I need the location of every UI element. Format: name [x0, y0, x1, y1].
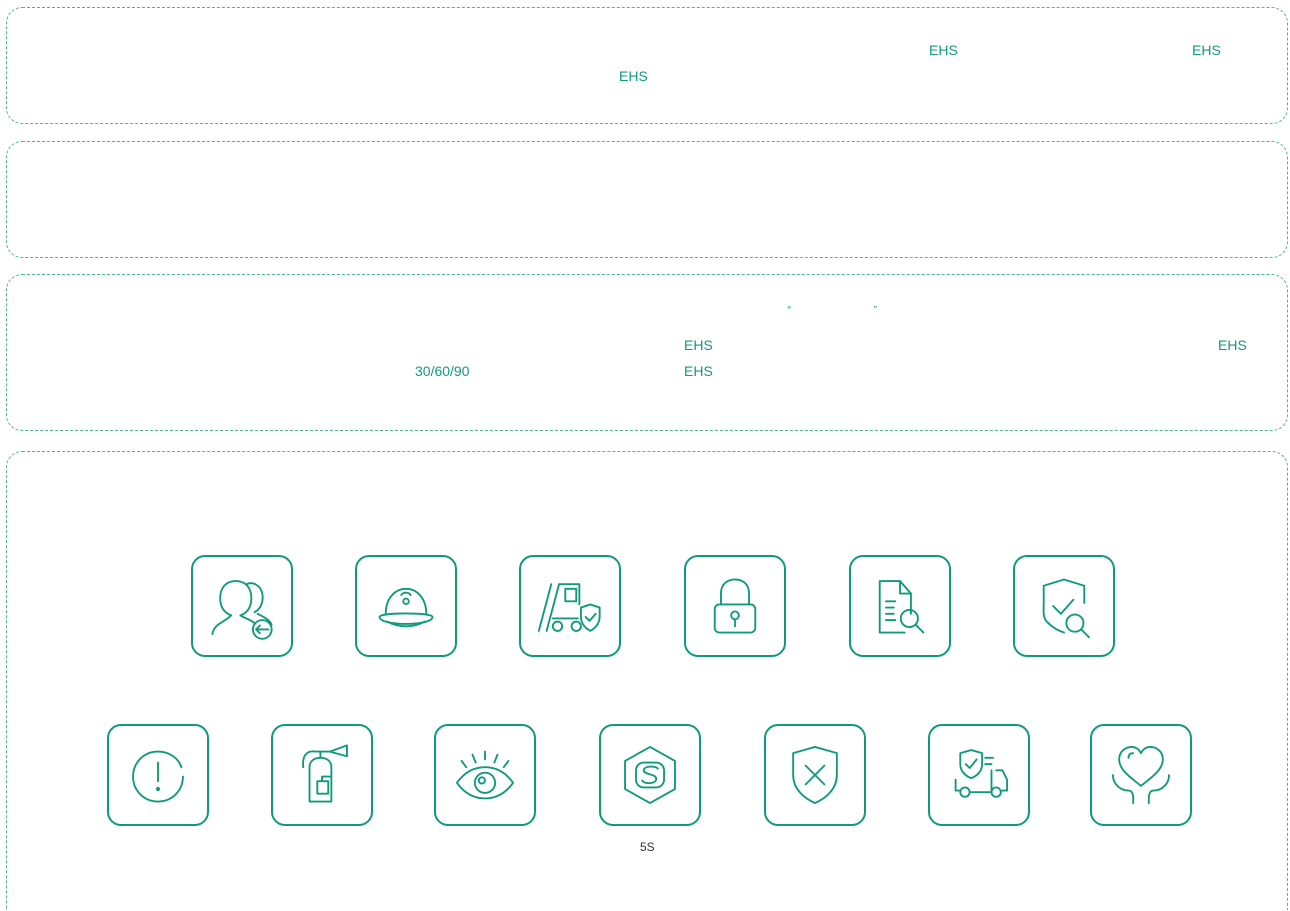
eye-icon [455, 750, 515, 800]
people-return-icon [211, 580, 273, 640]
ehs-label: EHS [619, 68, 648, 84]
services-panel: “ ” EHS EHS 30/60/90 EHS [6, 274, 1288, 431]
document-search-tile[interactable] [849, 555, 951, 657]
ehs-label: EHS [684, 337, 713, 353]
fire-extinguisher-tile[interactable] [271, 724, 373, 826]
shield-x-tile[interactable] [764, 724, 866, 826]
timeframe-label: 30/60/90 [415, 363, 470, 379]
open-quote: “ [787, 305, 791, 316]
truck-shield-tile[interactable] [928, 724, 1030, 826]
shield-check-search-icon [1042, 578, 1090, 639]
hard-hat-icon [378, 587, 434, 628]
close-quote: ” [873, 305, 877, 316]
ehs-label: EHS [1192, 42, 1221, 58]
truck-shield-icon [954, 749, 1009, 798]
fire-extinguisher-icon [302, 744, 348, 803]
alert-circle-icon [132, 750, 184, 803]
padlock-tile[interactable] [684, 555, 786, 657]
ehs-label: EHS [1218, 337, 1247, 353]
hard-hat-tile[interactable] [355, 555, 457, 657]
padlock-icon [713, 578, 757, 634]
icons-panel: 5S [6, 451, 1288, 910]
eye-tile[interactable] [434, 724, 536, 826]
empty-panel [6, 141, 1288, 258]
ehs-label: EHS [929, 42, 958, 58]
shield-check-search-tile[interactable] [1013, 555, 1115, 657]
shield-x-icon [792, 745, 838, 805]
forklift-shield-icon [537, 583, 601, 632]
5s-hexagon-icon [624, 745, 676, 805]
heart-hands-icon [1111, 745, 1171, 805]
5s-tile[interactable] [599, 724, 701, 826]
heart-hands-tile[interactable] [1090, 724, 1192, 826]
people-return-tile[interactable] [191, 555, 293, 657]
5s-caption: 5S [640, 840, 655, 854]
intro-panel: EHS EHS EHS [6, 7, 1288, 124]
forklift-shield-tile[interactable] [519, 555, 621, 657]
ehs-label: EHS [684, 363, 713, 379]
alert-circle-tile[interactable] [107, 724, 209, 826]
document-search-icon [878, 580, 925, 634]
